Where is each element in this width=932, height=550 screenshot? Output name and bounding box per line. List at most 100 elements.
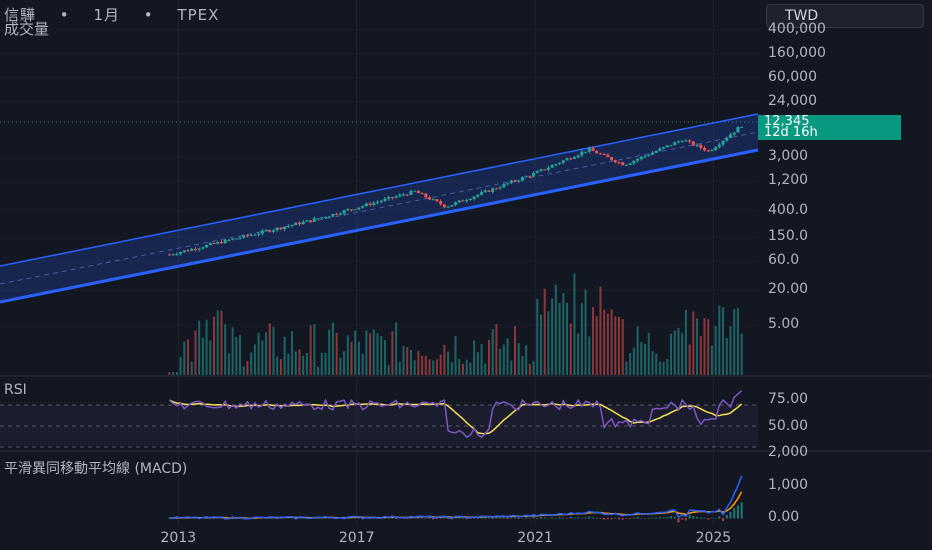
macd-pane-label[interactable]: 平滑異同移動平均線 (MACD) [4, 458, 187, 478]
volume-bar [532, 361, 535, 375]
macd-histogram-bar [651, 517, 654, 519]
last-price-tag: 12,345 12d 16h [758, 115, 901, 140]
volume-bar [595, 316, 598, 375]
candle-body [350, 209, 354, 211]
rsi-axis-label: 75.00 [768, 391, 809, 407]
volume-bar [213, 316, 216, 375]
macd-histogram-bar [640, 517, 643, 519]
candle-body [357, 207, 361, 210]
volume-bar [313, 324, 316, 375]
volume-bar [372, 329, 375, 375]
candle-body [312, 218, 316, 222]
volume-bar [621, 319, 624, 375]
volume-bar [190, 361, 193, 375]
volume-bar [644, 343, 647, 375]
price-axis-label: 5.00 [768, 316, 800, 332]
candle-body [561, 160, 565, 163]
candle-body [323, 217, 327, 219]
volume-bar [450, 362, 453, 375]
candle-body [520, 177, 524, 181]
macd-histogram-bar [421, 517, 424, 519]
candle-body [186, 250, 190, 252]
volume-bar [666, 358, 669, 375]
volume-bar [484, 363, 487, 375]
candle-body [461, 200, 465, 202]
macd-histogram-bar [528, 518, 531, 519]
candle-body [190, 248, 194, 251]
volume-bar [506, 338, 509, 375]
macd-histogram-bar [428, 517, 431, 519]
volume-bar [447, 351, 450, 375]
volume-bar [235, 337, 238, 375]
volume-bar [625, 361, 628, 375]
macd-histogram-bar [740, 502, 743, 519]
candle-body [591, 148, 595, 152]
candle-body [465, 200, 469, 202]
volume-bar [361, 353, 364, 375]
candle-body [279, 227, 283, 230]
volume-bar [692, 311, 695, 375]
volume-indicator-label[interactable]: 成交量 [4, 18, 49, 39]
rsi-axis-label: 50.00 [768, 418, 809, 434]
macd-histogram-bar [491, 518, 494, 519]
volume-bar [629, 353, 632, 375]
channel-lower-line [0, 148, 759, 304]
macd-histogram-bar [543, 517, 546, 519]
volume-bar [469, 362, 472, 375]
volume-bar [201, 337, 204, 375]
candle-body [390, 197, 394, 199]
volume-bar [487, 339, 490, 375]
macd-histogram-bar [413, 518, 416, 519]
candle-body [695, 144, 699, 146]
candle-body [435, 199, 439, 202]
macd-histogram-bar [506, 518, 509, 520]
macd-histogram-bar [670, 516, 673, 519]
macd-histogram-bar [424, 518, 427, 519]
candle-body [647, 154, 651, 156]
volume-bar [346, 335, 349, 375]
volume-bar [402, 345, 405, 375]
macd-histogram-bar [658, 517, 661, 519]
volume-bar [257, 332, 260, 375]
volume-bar [305, 352, 308, 375]
candle-body [543, 169, 547, 171]
volume-bar [239, 335, 242, 375]
candle-body [331, 213, 335, 217]
volume-bar [554, 284, 557, 375]
candle-body [491, 188, 495, 192]
candle-body [387, 197, 391, 199]
rsi-pane-label[interactable]: RSI [4, 382, 27, 398]
candle-body [167, 254, 171, 256]
candle-body [580, 151, 584, 156]
volume-bar [658, 361, 661, 375]
candle-body [729, 134, 733, 138]
interval-label[interactable]: 1月 [93, 6, 120, 24]
macd-histogram-bar [580, 517, 583, 519]
candle-body [212, 243, 216, 245]
candle-body [717, 144, 721, 148]
candle-body [364, 203, 368, 207]
regression-channel [0, 113, 759, 304]
macd-histogram-bar [439, 517, 442, 519]
volume-bar [673, 330, 676, 375]
candle-body [513, 180, 517, 182]
candle-body [171, 254, 175, 256]
volume-bar [588, 336, 591, 375]
candle-body [702, 147, 706, 151]
volume-bar [569, 323, 572, 375]
volume-bar [172, 372, 175, 375]
candle-body [205, 244, 209, 248]
macd-histogram-bar [714, 517, 717, 519]
volume-bar [250, 352, 253, 375]
macd-histogram-bar [540, 517, 543, 519]
separator-dot: • [143, 6, 154, 24]
volume-bar [670, 333, 673, 375]
candle-body [487, 190, 491, 192]
candle-body [216, 241, 220, 244]
candle-body [219, 241, 223, 244]
candle-body [316, 218, 320, 220]
macd-pane [168, 475, 743, 523]
candle-body [602, 154, 606, 156]
macd-histogram-bar [729, 511, 732, 519]
macd-histogram-bar [521, 517, 524, 519]
